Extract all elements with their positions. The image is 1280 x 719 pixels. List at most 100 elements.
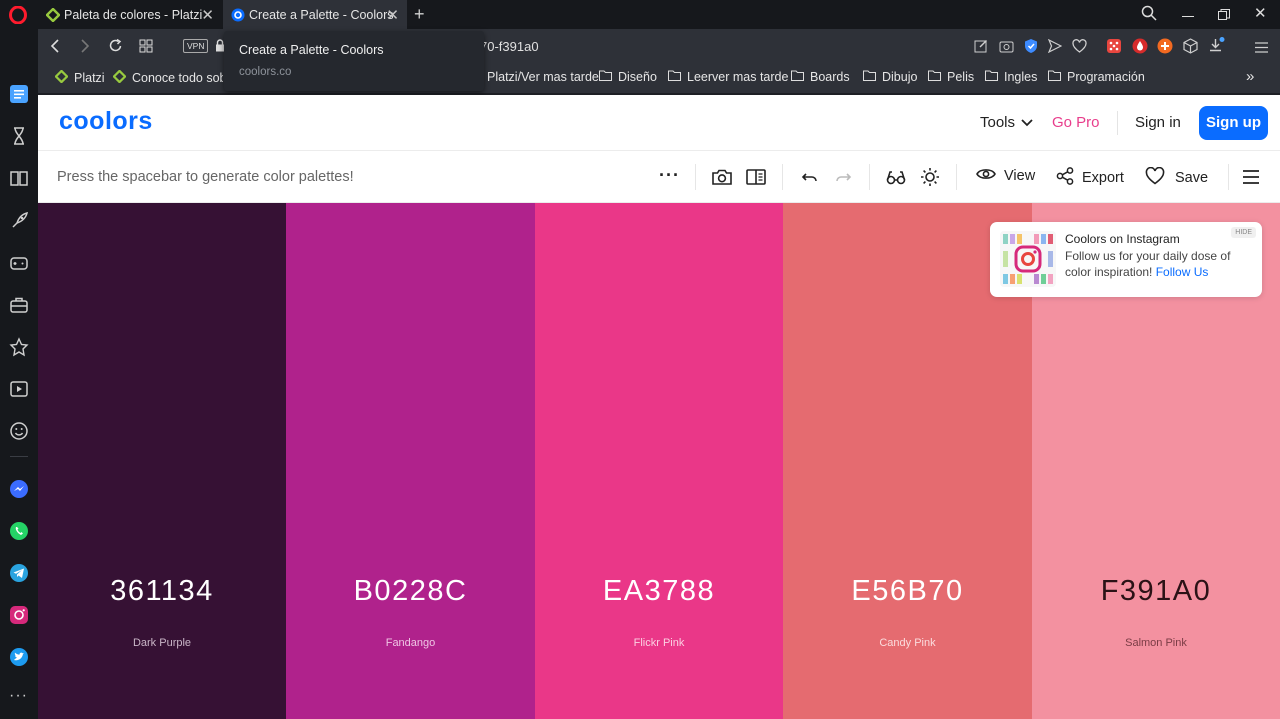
extension-drop-icon[interactable]: [1132, 38, 1148, 59]
bookmark-label: Pelis: [947, 70, 975, 84]
url-text[interactable]: 70-f391a0: [480, 39, 539, 54]
speed-dial-icon[interactable]: [9, 84, 29, 104]
twitter-icon[interactable]: [9, 647, 29, 667]
browser-tab-strip: Paleta de colores - Platzi ✕ Create a Pa…: [0, 0, 1280, 29]
rocket-icon[interactable]: [9, 211, 29, 231]
history-icon[interactable]: [9, 126, 29, 146]
platzi-favicon-icon: [54, 69, 69, 86]
hex-code[interactable]: EA3788: [535, 575, 783, 608]
camera-icon[interactable]: [711, 166, 733, 188]
bookmark-diseno[interactable]: Diseño: [599, 70, 657, 84]
coolors-favicon-icon: [231, 8, 245, 22]
color-column-2[interactable]: B0228C Fandango: [286, 203, 535, 719]
more-bookmarks-button[interactable]: »: [1246, 68, 1254, 85]
bookmark-label: Platzi/Ver mas tarde: [487, 70, 599, 84]
bookmark-platzi[interactable]: Platzi: [54, 69, 105, 86]
bookmark-dibujo[interactable]: Dibujo: [863, 70, 917, 84]
extension-plus-icon[interactable]: [1157, 38, 1173, 59]
restore-window-icon[interactable]: [1218, 8, 1230, 26]
reload-icon[interactable]: [108, 38, 123, 58]
player-icon[interactable]: [9, 379, 29, 399]
more-options-icon[interactable]: ···: [659, 165, 680, 186]
side-panel-icon[interactable]: [745, 166, 767, 188]
save-button[interactable]: Save: [1145, 166, 1208, 189]
tooltip-title: Create a Palette - Coolors: [239, 43, 384, 57]
toolbar-divider: [956, 164, 957, 190]
close-tab-icon[interactable]: ✕: [201, 6, 214, 24]
follow-us-link[interactable]: Follow Us: [1156, 265, 1209, 279]
hex-code[interactable]: 361134: [38, 575, 286, 608]
glasses-icon[interactable]: [885, 166, 907, 188]
color-name: Candy Pink: [879, 637, 936, 649]
bookmark-label: Boards: [810, 70, 850, 84]
sidebar-more-icon[interactable]: ···: [9, 687, 28, 705]
folder-icon: [599, 70, 612, 84]
bookmark-label: Dibujo: [882, 70, 918, 84]
heart-icon[interactable]: [1072, 39, 1087, 58]
back-icon[interactable]: [49, 39, 61, 58]
export-button[interactable]: Export: [1056, 167, 1124, 189]
color-column-1[interactable]: 361134 Dark Purple: [38, 203, 286, 719]
hide-button[interactable]: HIDE: [1231, 227, 1256, 238]
search-tabs-icon[interactable]: [1141, 5, 1157, 26]
brightness-icon[interactable]: [919, 166, 941, 188]
snapshot-icon[interactable]: [999, 39, 1014, 58]
hex-code[interactable]: B0228C: [286, 575, 535, 608]
toolbar-divider: [695, 164, 696, 190]
pinboards-icon[interactable]: [9, 337, 29, 357]
game-controller-icon[interactable]: [9, 253, 29, 273]
send-icon[interactable]: [1047, 38, 1063, 58]
bookmark-conoce[interactable]: Conoce todo sobr: [113, 70, 223, 86]
bookmark-ingles[interactable]: Ingles: [985, 70, 1037, 84]
extensions-cube-icon[interactable]: [1183, 38, 1198, 59]
bookmarks-panel-icon[interactable]: [9, 168, 29, 188]
adblock-shield-icon[interactable]: [1024, 38, 1038, 59]
undo-icon[interactable]: [799, 166, 821, 188]
tooltip-domain: coolors.co: [239, 66, 292, 78]
bookmark-boards[interactable]: Boards: [791, 70, 850, 84]
messenger-icon[interactable]: [9, 479, 29, 499]
go-pro-link[interactable]: Go Pro: [1052, 114, 1100, 131]
close-tab-icon[interactable]: ✕: [386, 6, 399, 24]
hex-code[interactable]: E56B70: [783, 575, 1032, 608]
bookmark-programacion[interactable]: Programación: [1048, 70, 1145, 84]
promo-title: Coolors on Instagram: [1065, 232, 1180, 246]
whatsapp-icon[interactable]: [9, 521, 29, 541]
tools-menu[interactable]: Tools: [980, 114, 1033, 131]
sign-in-link[interactable]: Sign in: [1135, 114, 1181, 131]
instagram-icon[interactable]: [9, 605, 29, 625]
view-label: View: [1004, 168, 1036, 184]
color-name: Flickr Pink: [633, 637, 685, 649]
folder-icon: [985, 70, 998, 84]
opera-logo-icon[interactable]: [9, 5, 27, 25]
tab-coolors[interactable]: Create a Palette - Coolors ✕: [223, 0, 407, 29]
emoji-icon[interactable]: [9, 421, 29, 441]
tab-platzi[interactable]: Paleta de colores - Platzi ✕: [38, 0, 222, 29]
hamburger-menu-icon[interactable]: [1240, 166, 1262, 188]
close-window-icon[interactable]: ✕: [1254, 4, 1267, 22]
telegram-icon[interactable]: [9, 563, 29, 583]
downloads-icon[interactable]: [1208, 37, 1225, 59]
hex-code[interactable]: F391A0: [1032, 575, 1280, 608]
bookmark-platzi-ver-mas-tarde[interactable]: Platzi/Ver mas tarde: [487, 70, 599, 84]
edit-page-icon[interactable]: [974, 39, 988, 58]
redo-icon[interactable]: [832, 166, 854, 188]
forward-icon[interactable]: [79, 39, 91, 58]
sign-up-button[interactable]: Sign up: [1199, 106, 1268, 140]
view-button[interactable]: View: [976, 167, 1035, 185]
easy-setup-icon[interactable]: [1255, 40, 1268, 58]
workspaces-icon[interactable]: [9, 295, 29, 315]
minimize-window-icon[interactable]: [1182, 16, 1194, 17]
platzi-favicon-icon: [45, 6, 61, 23]
coolors-logo[interactable]: coolors: [59, 107, 153, 136]
new-tab-icon[interactable]: +: [414, 4, 425, 25]
bookmark-pelis[interactable]: Pelis: [928, 70, 974, 84]
folder-icon: [791, 70, 804, 84]
eye-icon: [976, 167, 996, 185]
vpn-badge[interactable]: VPN: [183, 39, 209, 53]
tab-grid-icon[interactable]: [139, 39, 153, 58]
spacebar-hint: Press the spacebar to generate color pal…: [57, 169, 354, 185]
color-column-3[interactable]: EA3788 Flickr Pink: [535, 203, 783, 719]
extension-dice-icon[interactable]: [1106, 38, 1122, 59]
bookmark-leerver-mas-tarde[interactable]: Leerver mas tarde: [668, 70, 788, 84]
